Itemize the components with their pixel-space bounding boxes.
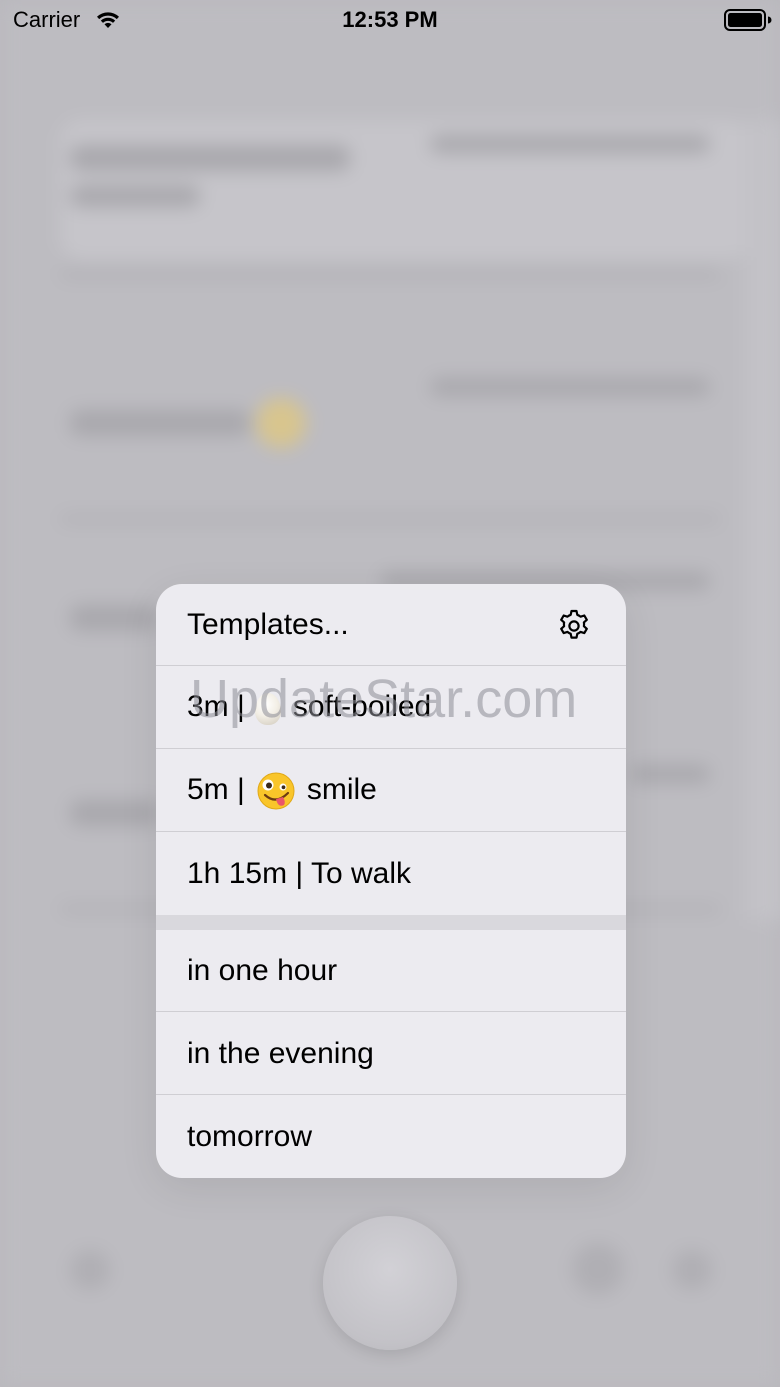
background-edge bbox=[745, 120, 780, 920]
menu-item-in-the-evening[interactable]: in the evening bbox=[156, 1013, 626, 1095]
menu-item-templates[interactable]: Templates... bbox=[156, 584, 626, 666]
background-text-block bbox=[70, 185, 200, 207]
background-emoji bbox=[256, 398, 306, 448]
template-name: smile bbox=[306, 772, 377, 806]
preset-label: in one hour bbox=[187, 953, 338, 987]
background-text-block bbox=[430, 378, 710, 396]
gear-icon[interactable] bbox=[556, 608, 592, 644]
battery-icon bbox=[724, 9, 772, 31]
menu-item-template-to-walk[interactable]: 1h 15m | To walk bbox=[156, 833, 626, 915]
menu-item-in-one-hour[interactable]: in one hour bbox=[156, 930, 626, 1012]
template-text: 1h 15m | To walk bbox=[187, 857, 412, 890]
background-text-block bbox=[70, 145, 350, 171]
background-text-block bbox=[70, 800, 160, 826]
watermark: UpdateStar.com bbox=[190, 669, 578, 729]
background-text-block bbox=[430, 135, 710, 153]
menu-item-tomorrow[interactable]: tomorrow bbox=[156, 1096, 626, 1178]
add-timer-button[interactable] bbox=[323, 1216, 457, 1350]
background-toolbar-icon bbox=[672, 1250, 712, 1290]
background-text-block bbox=[70, 410, 250, 436]
clock: 12:53 PM bbox=[342, 7, 438, 32]
section-separator bbox=[156, 915, 626, 930]
preset-label: in the evening bbox=[187, 1036, 374, 1070]
zany-face-icon bbox=[257, 772, 295, 809]
preset-label: tomorrow bbox=[187, 1120, 313, 1153]
background-divider bbox=[60, 270, 720, 278]
menu-item-template-smile[interactable]: 5m | smile bbox=[156, 750, 626, 832]
templates-label: Templates... bbox=[187, 607, 349, 641]
background-toolbar-icon bbox=[70, 1250, 110, 1290]
background-text-block bbox=[70, 605, 160, 631]
background-divider bbox=[60, 515, 720, 523]
background-toolbar-icon bbox=[572, 1243, 624, 1295]
status-bar: Carrier 12:53 PM bbox=[0, 0, 780, 40]
template-duration: 5m bbox=[187, 772, 229, 806]
background-text-block bbox=[630, 765, 710, 783]
template-separator: | bbox=[237, 772, 245, 806]
